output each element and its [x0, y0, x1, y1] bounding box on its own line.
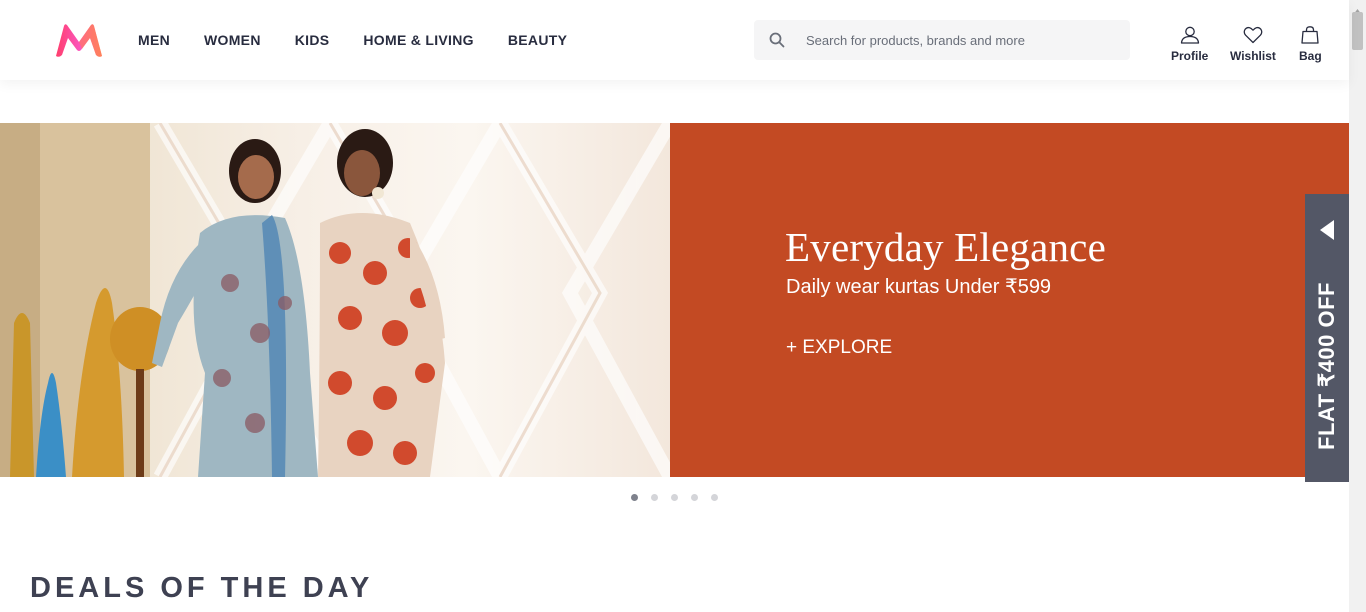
carousel-dot[interactable] — [691, 494, 698, 501]
page: MEN WOMEN KIDS HOME & LIVING BEAUTY Sear… — [0, 0, 1366, 612]
heart-icon — [1243, 24, 1263, 44]
wishlist-label: Wishlist — [1230, 49, 1276, 63]
bag-label: Bag — [1299, 49, 1322, 63]
nav-men[interactable]: MEN — [138, 32, 170, 48]
carousel-dot[interactable] — [671, 494, 678, 501]
nav-beauty[interactable]: BEAUTY — [508, 32, 567, 48]
user-icon — [1180, 24, 1200, 44]
carousel-dots — [631, 494, 731, 501]
flat-offer-tab[interactable]: FLAT ₹400 OFF — [1305, 194, 1349, 482]
hero-banner[interactable]: Everyday Elegance Daily wear kurtas Unde… — [0, 123, 1349, 477]
hero-promo-panel: Everyday Elegance Daily wear kurtas Unde… — [670, 123, 1349, 477]
site-header: MEN WOMEN KIDS HOME & LIVING BEAUTY Sear… — [0, 0, 1349, 80]
carousel-dot[interactable] — [651, 494, 658, 501]
main-nav: MEN WOMEN KIDS HOME & LIVING BEAUTY — [138, 0, 601, 80]
bag-icon — [1300, 24, 1320, 44]
wishlist-button[interactable]: Wishlist — [1230, 24, 1276, 63]
banner-subtitle: Daily wear kurtas Under ₹599 — [786, 276, 1052, 298]
flat-offer-text: FLAT ₹400 OFF — [1314, 282, 1339, 450]
section-title: DEALS OF THE DAY — [30, 572, 374, 604]
scrollbar-thumb[interactable] — [1352, 12, 1363, 50]
bag-button[interactable]: Bag — [1299, 24, 1322, 63]
profile-label: Profile — [1171, 49, 1209, 63]
page-scrollbar[interactable] — [1349, 0, 1366, 612]
nav-women[interactable]: WOMEN — [204, 32, 261, 48]
carousel-dot[interactable] — [631, 494, 638, 501]
nav-home-living[interactable]: HOME & LIVING — [363, 32, 473, 48]
hero-image — [0, 123, 670, 477]
profile-button[interactable]: Profile — [1171, 24, 1208, 63]
search-bar — [754, 20, 1130, 60]
search-input[interactable] — [806, 32, 1106, 48]
search-icon[interactable] — [769, 32, 785, 48]
myntra-logo[interactable] — [52, 20, 106, 60]
explore-link[interactable]: + EXPLORE — [786, 337, 892, 359]
carousel-dot[interactable] — [711, 494, 718, 501]
caret-left-icon — [1319, 219, 1335, 246]
nav-kids[interactable]: KIDS — [295, 32, 330, 48]
banner-title: Everyday Elegance — [785, 224, 1106, 270]
